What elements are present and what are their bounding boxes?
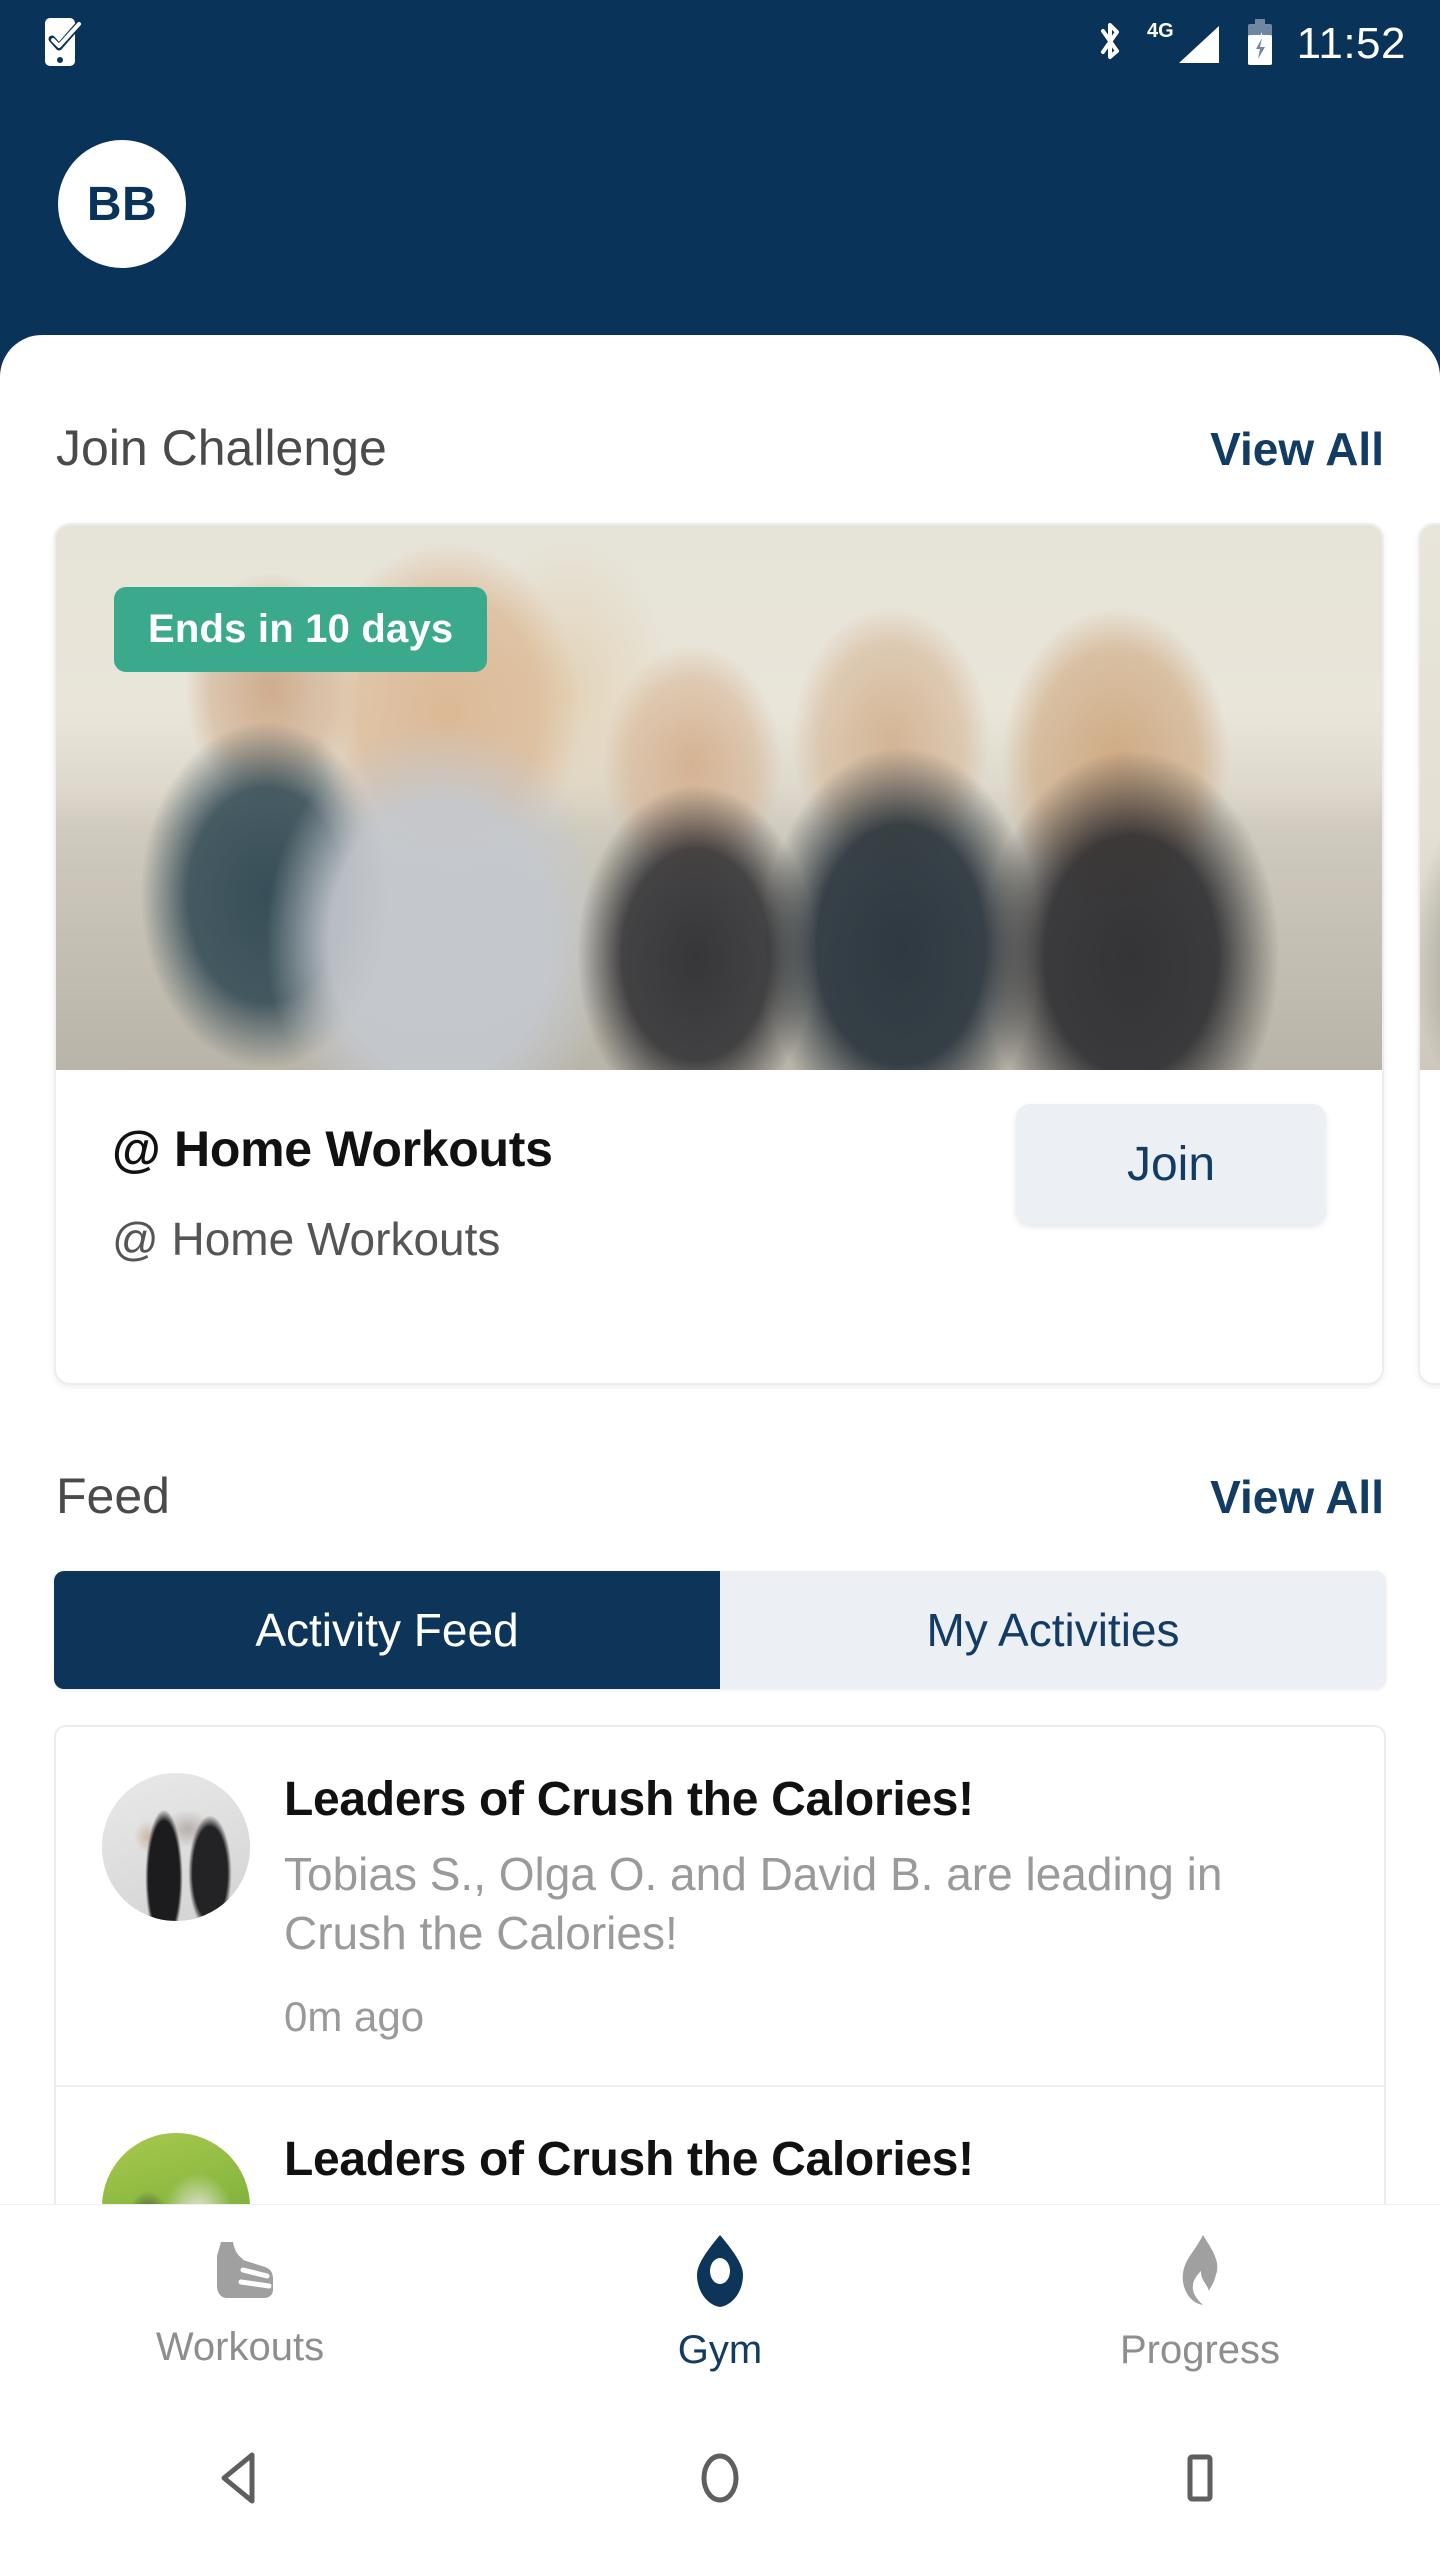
home-circle-icon — [692, 2449, 748, 2512]
feed-avatar-photo — [102, 1773, 250, 1921]
list-item-timestamp: 0m ago — [284, 1992, 425, 2040]
feed-title: Feed — [56, 1468, 170, 1524]
feed-section: Feed View All Activity Feed My Activitie… — [0, 1467, 1440, 2327]
list-item-body: Tobias S., Olga O. and David B. are lead… — [284, 1847, 1223, 1959]
nav-label-gym: Gym — [677, 2327, 763, 2372]
phone-screen: 4G 11:52 BB Join Challenge View All Ends… — [0, 0, 1440, 2560]
android-system-nav — [0, 2400, 1440, 2560]
status-bar: 4G 11:52 — [0, 0, 1440, 88]
feed-section-header: Feed View All — [0, 1467, 1440, 1525]
app-header: BB — [0, 88, 1440, 338]
status-bar-left — [44, 17, 86, 72]
recents-button[interactable] — [960, 2449, 1440, 2512]
status-badge: Ends in 10 days — [114, 587, 488, 672]
challenge-title: @ Home Workouts — [112, 1121, 553, 1177]
feed-view-all-link[interactable]: View All — [1210, 1470, 1384, 1524]
home-button[interactable] — [480, 2449, 960, 2512]
list-item-text: Leaders of Crush the Calories! Tobias S.… — [284, 1773, 1338, 2041]
challenge-image-next — [1420, 525, 1440, 1070]
join-button[interactable]: Join — [1016, 1104, 1326, 1224]
list-item-title: Leaders of Crush the Calories! — [284, 1773, 974, 1826]
status-bar-clock: 11:52 — [1296, 19, 1406, 68]
bluetooth-icon — [1095, 19, 1125, 70]
challenge-card-text: @ Home Workouts @ Home Workouts — [112, 1120, 992, 1266]
shoe-icon — [201, 2236, 279, 2311]
nav-item-workouts[interactable]: Workouts — [0, 2236, 480, 2370]
list-item[interactable]: Leaders of Crush the Calories! Tobias S.… — [56, 1727, 1384, 2085]
avatar-initials: BB — [86, 177, 158, 231]
bottom-nav: Workouts Gym Progress — [0, 2204, 1440, 2400]
avatar[interactable]: BB — [58, 140, 186, 268]
challenge-carousel[interactable]: Ends in 10 days @ Home Workouts @ Home W… — [0, 523, 1440, 1393]
nav-item-progress[interactable]: Progress — [960, 2233, 1440, 2373]
list-item-title: Leaders of Crush the Calories! — [284, 2132, 974, 2186]
page-title: Join Challenge — [56, 420, 387, 476]
svg-text:4G: 4G — [1147, 20, 1174, 42]
tab-my-activities[interactable]: My Activities — [720, 1571, 1386, 1689]
status-bar-right: 4G 11:52 — [1095, 18, 1406, 71]
challenge-view-all-link[interactable]: View All — [1210, 422, 1384, 476]
signal-bars-icon: 4G — [1147, 18, 1223, 71]
avatar — [102, 1773, 250, 1921]
nav-label-progress: Progress — [1119, 2327, 1281, 2372]
back-triangle-icon — [212, 2449, 268, 2512]
phone-check-icon — [44, 17, 86, 72]
challenge-image: Ends in 10 days — [56, 525, 1382, 1070]
challenge-photo-next — [1420, 525, 1440, 1070]
battery-charging-icon — [1245, 18, 1275, 71]
challenge-card-body: @ Home Workouts @ Home Workouts Join — [56, 1070, 1382, 1266]
tab-activity-feed[interactable]: Activity Feed — [54, 1571, 720, 1689]
flame-icon — [1165, 2233, 1235, 2314]
back-button[interactable] — [0, 2449, 480, 2512]
feed-tabs: Activity Feed My Activities — [54, 1571, 1386, 1689]
challenge-section-header: Join Challenge View All — [0, 419, 1440, 477]
location-pin-icon — [685, 2233, 755, 2314]
challenge-card-next[interactable] — [1418, 523, 1440, 1385]
recents-square-icon — [1172, 2449, 1228, 2512]
challenge-card[interactable]: Ends in 10 days @ Home Workouts @ Home W… — [54, 523, 1384, 1385]
nav-item-gym[interactable]: Gym — [480, 2233, 960, 2373]
nav-label-workouts: Workouts — [155, 2324, 325, 2369]
challenge-subtitle: @ Home Workouts — [112, 1213, 501, 1265]
